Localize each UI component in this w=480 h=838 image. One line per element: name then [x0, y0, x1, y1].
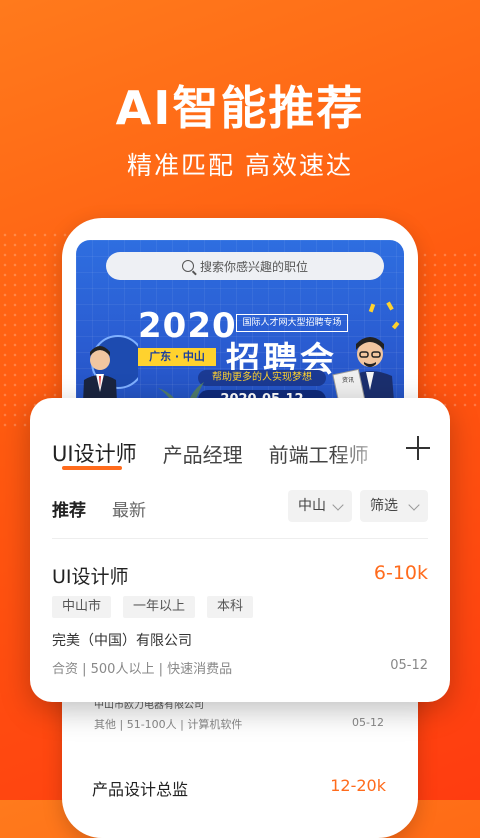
banner-slogan: 帮助更多的人实现梦想 [198, 370, 326, 386]
post-date: 05-12 [352, 716, 384, 729]
newspaper-label: 资讯 [342, 376, 354, 384]
search-input[interactable]: 搜索你感兴趣的职位 [106, 252, 384, 280]
job-title[interactable]: UI设计师 [52, 562, 129, 589]
location-ribbon: 广东 · 中山 [138, 348, 216, 366]
expo-subtitle: 国际人才网大型招聘专场 [236, 314, 348, 332]
filter-dropdown[interactable]: 筛选 [360, 490, 428, 522]
tag-location: 中山市 [52, 596, 112, 618]
banner-year: 2020 [138, 306, 237, 346]
job-recommend-card: UI设计师 产品经理 前端工程师 推荐 最新 中山 筛选 UI设计师 6-10k… [30, 398, 450, 702]
divider [52, 538, 428, 539]
sort-recommend[interactable]: 推荐 [52, 496, 86, 521]
job-salary: 6-10k [373, 562, 428, 584]
company-meta: 其他 | 51-100人 | 计算机软件 [94, 718, 243, 731]
search-placeholder: 搜索你感兴趣的职位 [199, 259, 308, 274]
post-date: 05-12 [390, 658, 428, 673]
job-list-item-next[interactable]: 产品设计总监 12-20k [76, 760, 402, 820]
city-value: 中山 [298, 498, 326, 514]
city-dropdown[interactable]: 中山 [288, 490, 352, 522]
tag-education: 本科 [207, 596, 254, 618]
dot-pattern-right [410, 250, 480, 410]
hero-subline: 精准匹配 高效速达 [127, 151, 353, 180]
company-name[interactable]: 完美（中国）有限公司 [52, 630, 192, 650]
sort-options: 推荐 最新 [52, 496, 172, 521]
company-meta: 合资 | 500人以上 | 快速消费品 [52, 662, 233, 677]
job-title: 产品设计总监 [92, 780, 189, 799]
chevron-down-icon [408, 499, 420, 511]
add-category-icon[interactable] [406, 436, 430, 460]
tabs-fade-overlay [334, 428, 394, 468]
confetti-decoration [368, 301, 400, 330]
tab-product-manager[interactable]: 产品经理 [163, 439, 243, 468]
tab-ui-designer[interactable]: UI设计师 [52, 438, 137, 470]
job-salary: 12-20k [330, 776, 386, 795]
chevron-down-icon [332, 499, 344, 511]
sort-latest[interactable]: 最新 [112, 496, 146, 521]
job-tags: 中山市 一年以上 本科 [52, 596, 265, 618]
search-icon [181, 260, 194, 272]
filter-label: 筛选 [370, 498, 398, 514]
tag-experience: 一年以上 [123, 596, 196, 618]
hero-headline: AI智能推荐 [115, 81, 365, 135]
